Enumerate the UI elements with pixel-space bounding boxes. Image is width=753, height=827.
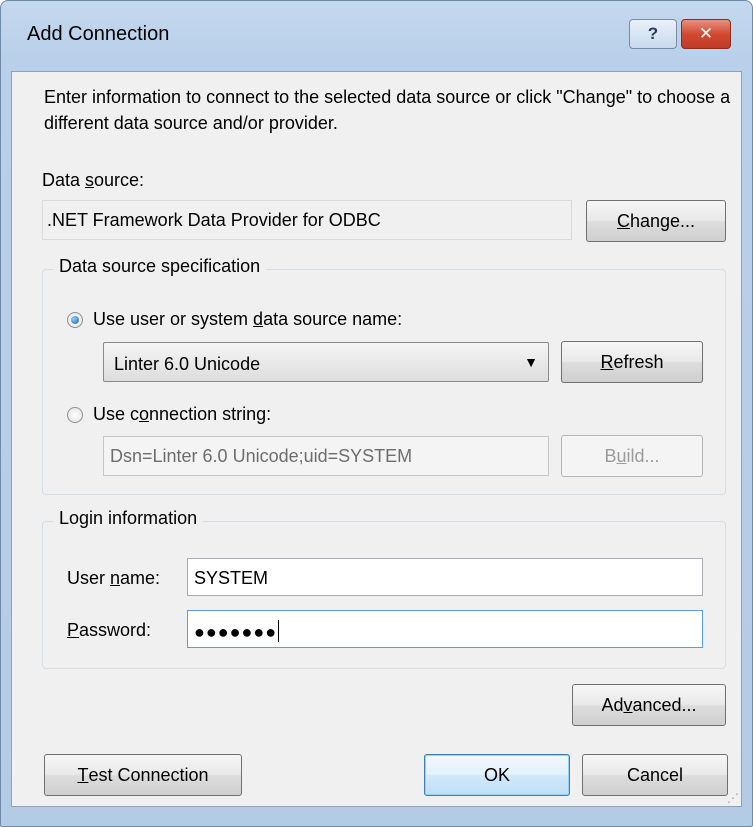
resize-grip-icon[interactable]: ⋰: [727, 792, 739, 804]
intro-text: Enter information to connect to the sele…: [44, 87, 731, 133]
login-information-legend: Login information: [53, 508, 204, 529]
password-label: Password:: [67, 620, 152, 640]
password-mask: ●●●●●●●: [194, 622, 278, 642]
title-bar[interactable]: Add Connection ? ✕: [1, 1, 752, 71]
data-source-label: Data source:: [42, 170, 145, 190]
dialog-body: Enter information to connect to the sele…: [11, 71, 742, 807]
dsn-dropdown-value: Linter 6.0 Unicode: [114, 354, 261, 374]
add-connection-dialog: Add Connection ? ✕ Enter information to …: [0, 0, 753, 827]
dialog-title: Add Connection: [27, 23, 170, 45]
ok-button[interactable]: OK: [424, 754, 570, 796]
use-connection-string-label[interactable]: Use connection string:: [93, 404, 271, 425]
text-caret: [278, 620, 280, 642]
use-dsn-label[interactable]: Use user or system data source name:: [93, 309, 402, 330]
use-connection-string-radio[interactable]: [67, 407, 83, 423]
use-dsn-radio[interactable]: [67, 312, 83, 328]
advanced-button[interactable]: Ad v anced...: [572, 684, 726, 726]
close-icon: ✕: [698, 24, 714, 43]
data-source-specification-group: Data source specification Use user or sy…: [42, 256, 726, 495]
login-information-group: Login information User name: SYSTEM Pass…: [42, 508, 726, 669]
test-connection-button[interactable]: Test Connection: [44, 754, 242, 796]
refresh-button[interactable]: Refresh: [561, 341, 703, 383]
password-input[interactable]: ●●●●●●●: [187, 610, 703, 648]
username-input[interactable]: SYSTEM: [187, 558, 703, 596]
change-button[interactable]: Change...: [586, 200, 726, 242]
connection-string-input[interactable]: Dsn=Linter 6.0 Unicode;uid=SYSTEM: [103, 436, 549, 476]
close-button[interactable]: ✕: [681, 19, 731, 49]
dsn-dropdown[interactable]: Linter 6.0 Unicode ▼: [103, 342, 549, 382]
help-button[interactable]: ?: [629, 19, 677, 49]
cancel-button[interactable]: Cancel: [582, 754, 728, 796]
chevron-down-icon: ▼: [524, 354, 538, 370]
build-button[interactable]: Bu ild...: [561, 435, 703, 477]
data-source-specification-legend: Data source specification: [53, 256, 267, 277]
data-source-value: .NET Framework Data Provider for ODBC: [42, 200, 572, 240]
username-label: User name:: [67, 568, 161, 588]
help-icon: ?: [647, 24, 659, 43]
